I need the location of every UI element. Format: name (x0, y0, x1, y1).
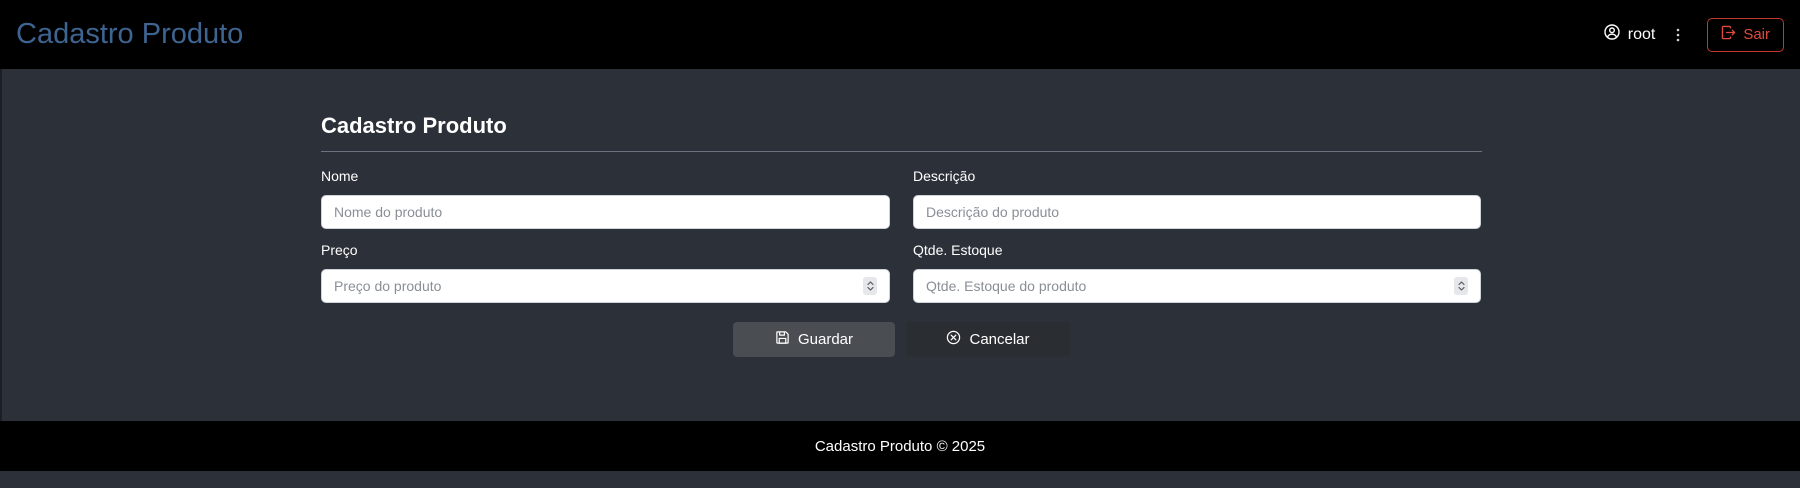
preco-spinner-icon[interactable] (863, 277, 877, 295)
logout-label: Sair (1743, 26, 1770, 43)
floppy-disk-icon (775, 330, 790, 349)
form-actions: Guardar Cancelar (321, 322, 1482, 357)
logout-icon (1721, 25, 1736, 44)
cancel-button[interactable]: Cancelar (906, 322, 1070, 357)
qtde-estoque-input-wrapper (913, 269, 1481, 303)
label-qtde-estoque: Qtde. Estoque (913, 242, 1003, 258)
field-preco: Preço (321, 242, 890, 303)
page-footer: Cadastro Produto © 2025 (0, 421, 1800, 471)
x-circle-icon (946, 330, 961, 349)
form-title: Cadastro Produto (321, 100, 1482, 152)
kebab-menu-icon[interactable] (1671, 26, 1685, 44)
preco-input[interactable] (334, 278, 863, 294)
logout-button[interactable]: Sair (1707, 17, 1784, 52)
user-name: root (1627, 25, 1656, 43)
content-edge (0, 69, 2, 421)
descricao-input-wrapper (913, 195, 1481, 229)
user-circle-icon (1604, 24, 1620, 45)
form-grid: Nome Descrição Preço Qtde. (321, 168, 1482, 316)
brand-title[interactable]: Cadastro Produto (16, 18, 243, 51)
nome-input-wrapper (321, 195, 890, 229)
field-qtde-estoque: Qtde. Estoque (913, 242, 1481, 303)
product-form-card: Cadastro Produto Nome Descrição Preço (321, 100, 1482, 357)
label-preco: Preço (321, 242, 358, 258)
qtde-estoque-spinner-icon[interactable] (1454, 277, 1468, 295)
label-descricao: Descrição (913, 168, 976, 184)
save-label: Guardar (797, 331, 854, 348)
user-menu[interactable]: root (1604, 24, 1656, 45)
save-button[interactable]: Guardar (733, 322, 895, 357)
field-descricao: Descrição (913, 168, 1481, 229)
footer-text: Cadastro Produto © 2025 (814, 437, 986, 455)
label-nome: Nome (321, 168, 359, 184)
qtde-estoque-input[interactable] (926, 278, 1454, 294)
nome-input[interactable] (334, 204, 877, 220)
top-navbar: Cadastro Produto root Sair (0, 0, 1800, 69)
descricao-input[interactable] (926, 204, 1468, 220)
cancel-label: Cancelar (969, 331, 1030, 348)
field-nome: Nome (321, 168, 890, 229)
preco-input-wrapper (321, 269, 890, 303)
navbar-right: root Sair (1604, 17, 1784, 52)
